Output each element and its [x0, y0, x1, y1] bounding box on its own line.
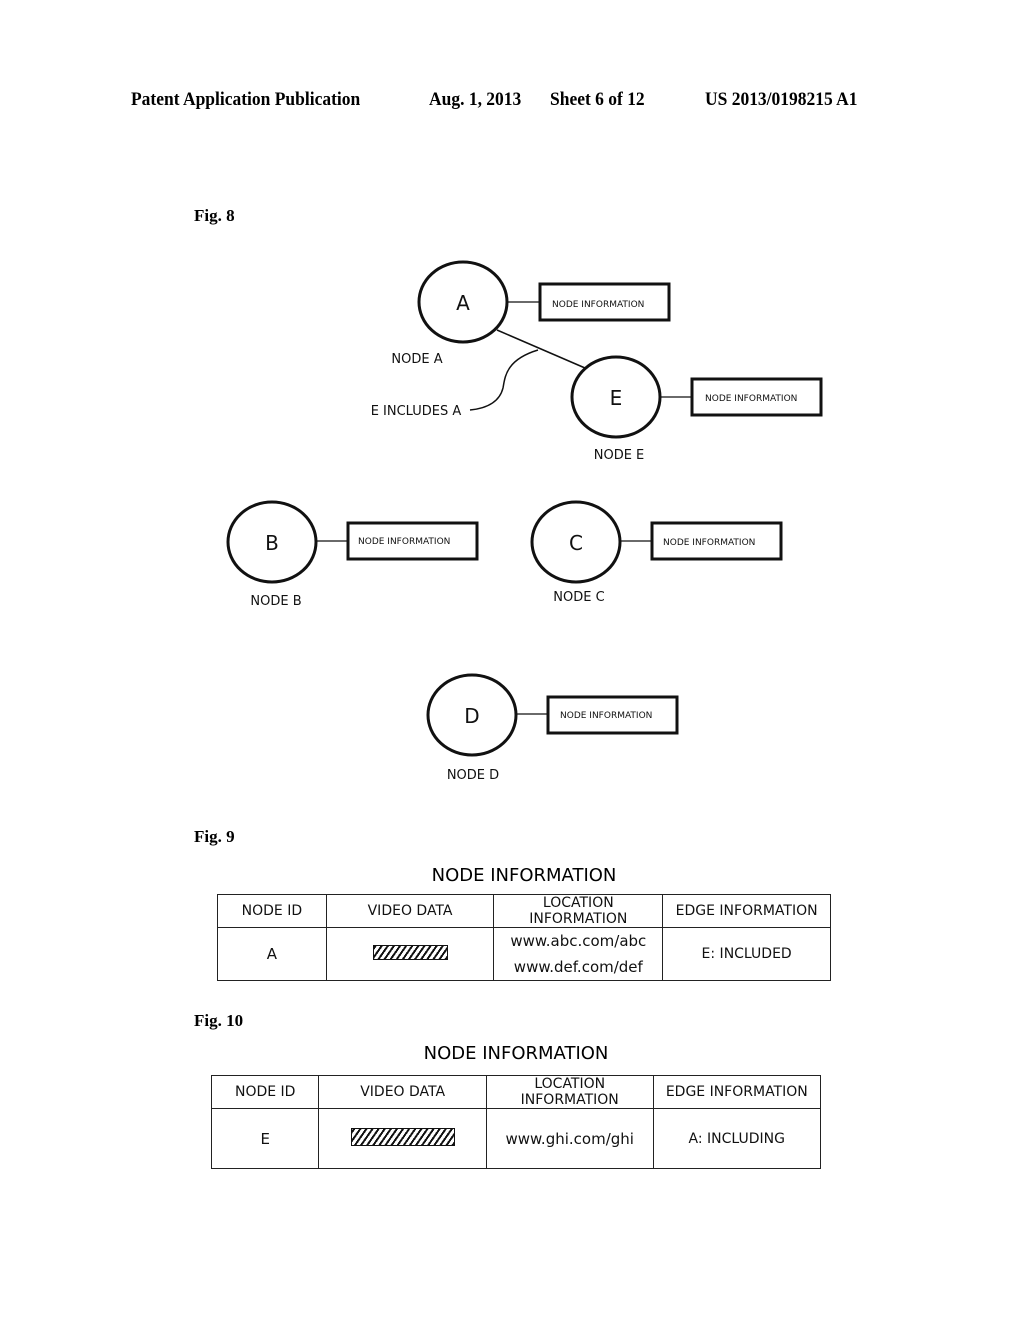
fig10-node-info-table: NODE ID VIDEO DATA LOCATION INFORMATION … [210, 1075, 822, 1169]
fig10-table-title: NODE INFORMATION [423, 1043, 609, 1064]
location-cell: www.ghi.com/ghi [485, 1108, 654, 1169]
fig9-label: Fig. 9 [194, 827, 235, 846]
node-id-cell: A [217, 927, 327, 981]
edge-info-cell: E: INCLUDED [662, 927, 831, 981]
table-row: E www.ghi.com/ghi A: INCLUDING [210, 1108, 822, 1169]
video-data-hatch [350, 1127, 455, 1146]
node-c-info-text: NODE INFORMATION [663, 538, 755, 548]
column-header: VIDEO DATA [325, 894, 495, 928]
node-a-letter: A [456, 291, 470, 315]
video-data-cell [318, 1108, 487, 1169]
column-header: LOCATION INFORMATION [485, 1075, 654, 1109]
fig8-diagram: A E B C D NODE INFORMATION NODE INFORMAT… [226, 260, 823, 783]
node-b-caption: NODE B [250, 594, 301, 609]
column-header: VIDEO DATA [318, 1075, 487, 1109]
node-a-caption: NODE A [391, 352, 442, 367]
fig9-table-title: NODE INFORMATION [431, 865, 617, 886]
node-id-cell: E [210, 1108, 320, 1169]
node-d-info-text: NODE INFORMATION [560, 711, 652, 721]
fig10-label: Fig. 10 [194, 1011, 244, 1030]
location-url: www.abc.com/abc [510, 932, 647, 950]
fig9-node-info-table: NODE ID VIDEO DATA LOCATION INFORMATION … [217, 894, 831, 981]
column-header: EDGE INFORMATION [652, 1075, 822, 1109]
edge-a-e [496, 329, 586, 369]
location-url: www.ghi.com/ghi [505, 1129, 634, 1148]
column-header: NODE ID [217, 894, 327, 928]
node-c-caption: NODE C [553, 590, 604, 605]
node-d-letter: D [464, 704, 479, 728]
node-e-letter: E [610, 386, 623, 410]
node-e-caption: NODE E [594, 448, 645, 463]
column-header: LOCATION INFORMATION [493, 894, 664, 928]
node-a-info-text: NODE INFORMATION [552, 300, 644, 310]
column-header: EDGE INFORMATION [662, 894, 831, 928]
location-cell: www.abc.com/abc www.def.com/def [493, 927, 664, 981]
table-row: A www.abc.com/abc www.def.com/def E: INC… [217, 927, 831, 981]
table-header-row: NODE ID VIDEO DATA LOCATION INFORMATION … [210, 1075, 822, 1109]
table-header-row: NODE ID VIDEO DATA LOCATION INFORMATION … [217, 894, 831, 928]
node-c-letter: C [569, 531, 583, 555]
location-url: www.def.com/def [513, 958, 643, 976]
video-data-cell [325, 927, 495, 981]
edge-leader-line [469, 349, 539, 411]
video-data-hatch [372, 944, 448, 960]
edge-info-cell: A: INCLUDING [652, 1108, 822, 1169]
node-e-info-text: NODE INFORMATION [705, 394, 797, 404]
edge-label: E INCLUDES A [371, 404, 462, 419]
node-d-caption: NODE D [447, 768, 499, 783]
column-header: NODE ID [210, 1075, 320, 1109]
node-b-letter: B [265, 531, 279, 555]
node-b-info-text: NODE INFORMATION [358, 537, 450, 547]
